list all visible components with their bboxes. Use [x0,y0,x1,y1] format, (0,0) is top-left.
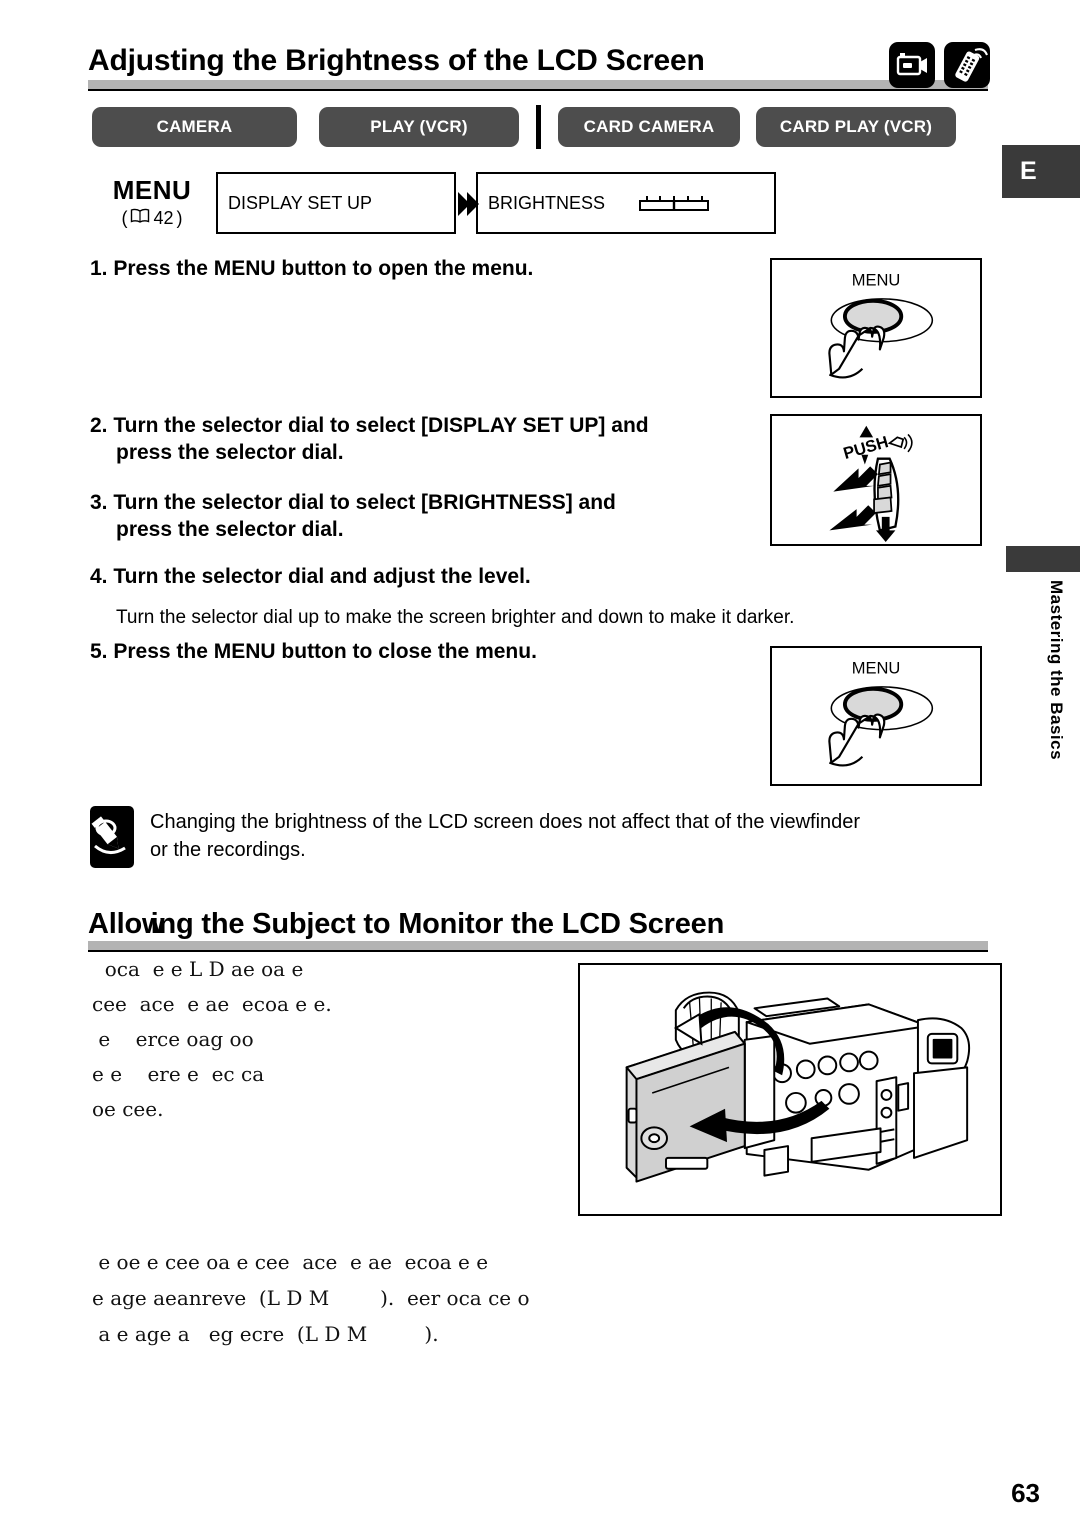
note-text: Changing the brightness of the LCD scree… [150,806,860,868]
menu-item-display-set-up[interactable]: DISPLAY SET UP [216,172,456,234]
mode-button-play-vcr[interactable]: PLAY (VCR) [319,107,519,147]
language-tab-e: E [1002,145,1080,198]
step-2: 2. Turn the selector dial to select [DIS… [90,412,750,467]
header-icon-group [889,42,990,88]
brightness-slider-icon [638,192,718,216]
menu-page-reference: ( 42 ) [92,208,212,229]
note-line-1: Changing the brightness of the LCD scree… [150,811,861,833]
illustration-menu-button-press-2: MENU [770,646,982,786]
camcorder-icon [889,42,935,88]
note-block: Changing the brightness of the LCD scree… [90,806,1065,868]
step-text: Turn the selector dial to select [DISPLA… [113,414,649,437]
title-underline [88,950,988,952]
illustration-selector-dial: PUSH [770,414,982,546]
step-text: Turn the selector dial to select [BRIGHT… [113,491,616,514]
note-line-2: or the recordings. [150,839,306,862]
step-text-continued: press the selector dial. [116,441,344,465]
menu-item-label: BRIGHTNESS [488,192,606,213]
note-pencil-icon [90,806,134,868]
manual-page: Adjusting the Brightness of the LCD Scre… [0,0,1080,1533]
section-2-title: Allowing the Subject to Monitor the LCD … [88,908,988,958]
heading-part-2: ing the Subject to Monitor the LCD Scree… [150,908,725,940]
reference-paren-close: ) [176,208,183,228]
wireless-remote-icon [944,42,990,88]
step-text: Press the MENU button to open the menu. [113,257,534,280]
menu-path-label: MENU ( 42 ) [92,175,212,229]
step-number: 4. [90,565,108,588]
mode-button-row: CAMERA PLAY (VCR) CARD CAMERA CARD PLAY … [92,105,956,149]
step-number: 2. [90,414,108,437]
step-3: 3. Turn the selector dial to select [BRI… [90,489,750,544]
reference-page-number: 42 [153,208,174,228]
page-title: Adjusting the Brightness of the LCD Scre… [88,44,713,78]
side-tab-label: Mastering the Basics [1047,580,1066,761]
section-2-heading: Allowing the Subject to Monitor the LCD … [88,908,733,941]
book-icon [130,208,150,229]
mode-button-card-play-vcr[interactable]: CARD PLAY (VCR) [756,107,956,147]
heading-overlap-glyph: w [141,908,165,940]
step-text-continued: press the selector dial. [116,518,344,542]
reference-paren-open: ( [121,208,128,228]
step-number: 1. [90,257,108,280]
section-2-body-bottom: e oe e cee oa e cee ace e ae ecoa e e e … [92,1250,530,1346]
step-number: 3. [90,491,108,514]
section-1-title: Adjusting the Brightness of the LCD Scre… [88,44,988,98]
step-text: Turn the selector dial and adjust the le… [113,565,531,588]
menu-word: MENU [112,175,192,205]
step-1: 1. Press the MENU button to open the men… [90,255,750,282]
section-2-body-top: oca e e L D ae oa e cee ace e ae ecoa e … [92,957,332,1121]
side-tab-bar [1006,546,1080,572]
mode-button-camera[interactable]: CAMERA [92,107,297,147]
step-4: 4. Turn the selector dial and adjust the… [90,563,750,590]
illustration-menu-button-press: MENU [770,258,982,398]
menu-item-label: DISPLAY SET UP [228,192,373,213]
menu-item-brightness[interactable]: BRIGHTNESS [476,172,776,234]
illustration-camcorder-lcd-rotation [578,963,1002,1216]
title-underline [88,89,988,91]
svg-text:MENU: MENU [852,659,901,677]
heading-part-1: Allo [88,908,142,940]
mode-button-card-camera[interactable]: CARD CAMERA [558,107,740,147]
page-number: 63 [0,1478,1040,1509]
step-number: 5. [90,640,108,663]
step-text: Press the MENU button to close the menu. [113,640,537,663]
svg-text:MENU: MENU [852,271,901,289]
step-4-explanation: Turn the selector dial up to make the sc… [116,607,795,628]
mode-divider [536,105,541,149]
page-number-value: 63 [1011,1478,1040,1508]
step-5: 5. Press the MENU button to close the me… [90,638,750,665]
